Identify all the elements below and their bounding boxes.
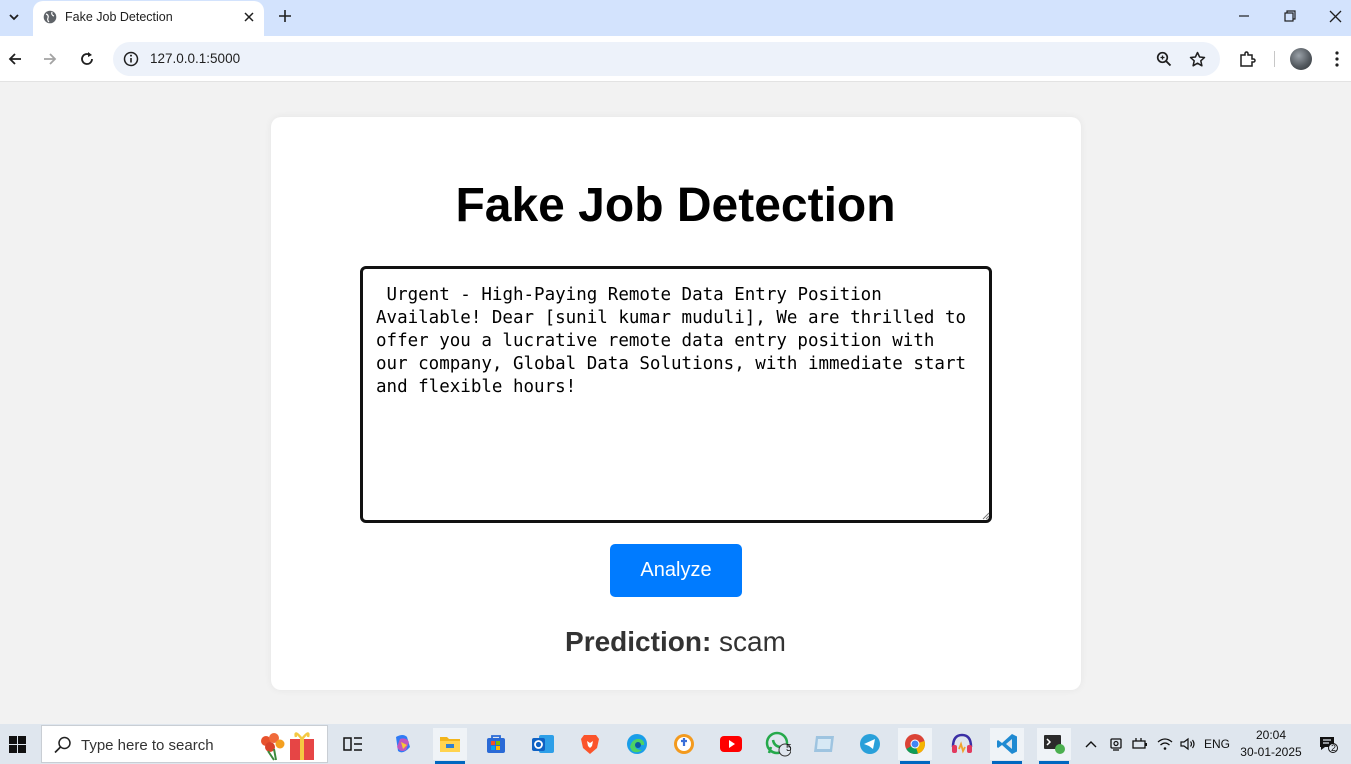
reload-icon[interactable]: [74, 46, 100, 72]
clock-date: 30-01-2025: [1240, 745, 1302, 759]
notification-center-icon[interactable]: 2: [1313, 724, 1343, 764]
tab-close-icon[interactable]: [239, 7, 259, 27]
address-bar[interactable]: 127.0.0.1:5000: [113, 42, 1220, 76]
tab-search-chevron-icon[interactable]: [2, 4, 26, 30]
wifi-icon[interactable]: [1155, 724, 1175, 764]
url-text[interactable]: 127.0.0.1:5000: [150, 51, 240, 66]
globe-icon: [43, 10, 57, 24]
job-description-textarea[interactable]: Urgent - High-Paying Remote Data Entry P…: [360, 266, 992, 523]
windows-start-icon[interactable]: [0, 724, 34, 764]
extensions-puzzle-icon[interactable]: [1236, 48, 1258, 70]
vscode-icon[interactable]: [990, 728, 1024, 764]
file-explorer-icon[interactable]: [433, 728, 467, 764]
brave-browser-icon[interactable]: [573, 728, 607, 760]
browser-toolbar: 127.0.0.1:5000: [0, 36, 1351, 82]
battery-charging-icon[interactable]: [1131, 724, 1149, 764]
prediction-label: Prediction:: [565, 626, 712, 657]
bookmark-star-icon[interactable]: [1187, 49, 1207, 69]
clock-time: 20:04: [1255, 728, 1287, 742]
close-window-icon[interactable]: [1312, 0, 1351, 32]
terminal-icon[interactable]: [1037, 728, 1071, 764]
analyze-button[interactable]: Analyze: [610, 544, 742, 597]
input-language[interactable]: ENG: [1202, 724, 1232, 764]
tray-device-icon[interactable]: [1107, 724, 1125, 764]
taskbar-clock[interactable]: 20:04 30-01-2025: [1236, 727, 1306, 761]
volume-speaker-icon[interactable]: [1178, 724, 1198, 764]
show-hidden-icons-chevron-icon[interactable]: [1082, 724, 1100, 764]
profile-avatar[interactable]: [1290, 48, 1312, 70]
zoom-magnifier-icon[interactable]: [1154, 49, 1174, 69]
telegram-icon[interactable]: [853, 728, 887, 760]
microsoft-store-icon[interactable]: [479, 728, 513, 760]
toolbar-divider: [1274, 51, 1275, 67]
audio-app-icon[interactable]: [945, 728, 979, 760]
outlook-icon[interactable]: [526, 728, 560, 760]
tab-title: Fake Job Detection: [65, 10, 173, 24]
taskbar-search-box[interactable]: Type here to search: [41, 725, 328, 763]
search-placeholder: Type here to search: [81, 737, 214, 754]
windows-taskbar: Type here to search 5 ENG 20:04 30-01-20…: [0, 724, 1351, 764]
prediction-result: Prediction: scam: [0, 626, 1351, 658]
chrome-browser-icon[interactable]: [898, 728, 932, 764]
task-view-icon[interactable]: [336, 728, 370, 760]
back-arrow-icon[interactable]: [2, 46, 28, 72]
kebab-menu-icon[interactable]: [1326, 48, 1348, 70]
whatsapp-icon[interactable]: 5: [761, 728, 795, 760]
prediction-value: scam: [719, 626, 786, 657]
page-title: Fake Job Detection: [455, 179, 896, 232]
search-icon: [54, 736, 71, 754]
edge-browser-icon[interactable]: [620, 728, 654, 760]
notification-count: 2: [1331, 743, 1337, 753]
whatsapp-badge: 5: [786, 743, 792, 754]
forward-arrow-icon[interactable]: [37, 46, 63, 72]
notes-app-icon[interactable]: [807, 728, 841, 760]
new-tab-plus-icon[interactable]: [273, 4, 297, 28]
vpn-shield-app-icon[interactable]: [667, 728, 701, 760]
minimize-icon[interactable]: [1221, 0, 1267, 32]
restore-icon[interactable]: [1267, 0, 1313, 32]
flowers-gift-illustration-icon: [261, 732, 314, 761]
youtube-icon[interactable]: [714, 728, 748, 760]
textarea-resize-handle-icon[interactable]: [980, 510, 990, 520]
site-info-icon[interactable]: [122, 50, 140, 68]
browser-tab-active[interactable]: Fake Job Detection: [33, 1, 264, 36]
browser-tab-strip: Fake Job Detection: [0, 0, 1351, 36]
copilot-icon[interactable]: [386, 728, 420, 760]
